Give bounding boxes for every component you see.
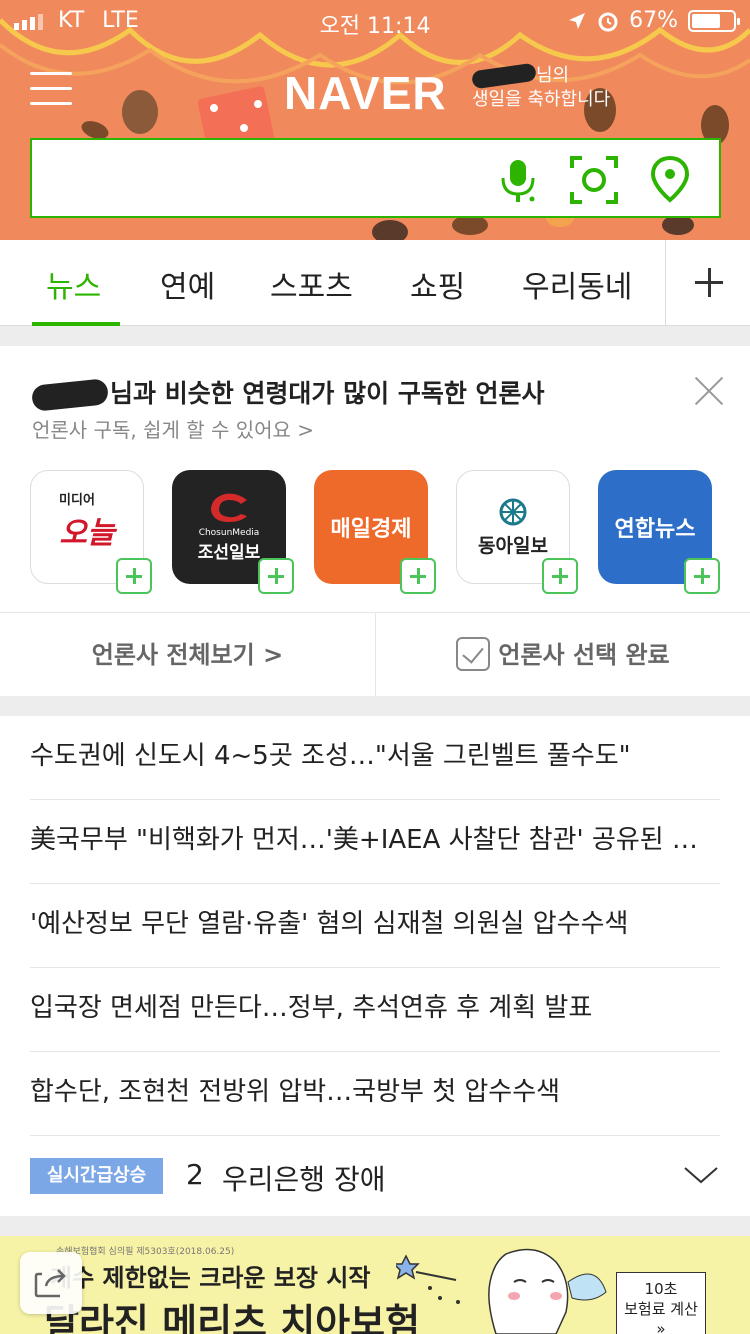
subscribe-add-button[interactable] [684, 558, 720, 594]
location-arrow-icon [569, 12, 586, 29]
press-yonhap[interactable]: 연합뉴스 [598, 470, 720, 594]
ad-headline: 개수 제한없는 크라운 보장 시작 [50, 1264, 371, 1292]
press-logo-text: 매일경제 [330, 517, 412, 542]
menu-button[interactable] [30, 72, 72, 106]
realtime-rank: 2 [186, 1158, 204, 1191]
header: KT LTE 오전 11:14 67% NAVER 님의 생일을 축하합니다 [0, 0, 750, 240]
press-logo-text: 동아일보 [478, 534, 548, 557]
status-bar: KT LTE 오전 11:14 67% [0, 0, 750, 40]
tab-shopping[interactable]: 쇼핑 [410, 262, 465, 306]
headline-item[interactable]: '예산정보 무단 열람·유출' 혐의 심재철 의원실 압수수색 [30, 884, 720, 968]
active-tab-indicator [32, 322, 120, 326]
subscribe-add-button[interactable] [258, 558, 294, 594]
card-actions: 언론사 전체보기 > 언론사 선택 완료 [0, 612, 750, 697]
checkbox-icon [456, 637, 491, 671]
alarm-icon [598, 12, 618, 31]
battery-icon [688, 9, 740, 32]
share-arrow-icon [34, 1269, 66, 1298]
camera-lens-icon[interactable] [568, 154, 620, 206]
birthday-line2: 생일을 축하합니다 [472, 89, 611, 110]
microphone-icon[interactable] [492, 154, 544, 206]
headline-item[interactable]: 美국무부 "비핵화가 먼저…'美+IAEA 사찰단 참관' 공유된 … [30, 800, 720, 884]
subscribe-add-button[interactable] [542, 558, 578, 594]
naver-logo[interactable]: NAVER [284, 66, 447, 120]
battery-percent: 67% [629, 8, 678, 33]
view-all-press-button[interactable]: 언론사 전체보기 > [0, 613, 375, 697]
search-box[interactable] [30, 138, 721, 218]
subscribe-add-button[interactable] [116, 558, 152, 594]
press-media-oneul[interactable]: 미디어 오늘 [30, 470, 152, 594]
press-logo-text: 연합뉴스 [614, 517, 696, 542]
ad-title: 달라진 메리츠 치아보험 [44, 1301, 421, 1334]
redacted-username [30, 378, 110, 412]
card-title: 님과 비슷한 연령대가 많이 구독한 언론사 [30, 374, 545, 412]
tooth-fairy-illustration [396, 1248, 607, 1334]
realtime-keyword[interactable]: 우리은행 장애 [222, 1158, 385, 1198]
tab-news[interactable]: 뉴스 [46, 262, 101, 306]
share-button[interactable] [20, 1252, 82, 1314]
birthday-line1: 님의 [536, 65, 570, 86]
card-subtitle-link[interactable]: 언론사 구독, 쉽게 할 수 있어요 > [32, 414, 314, 443]
category-tabs: 뉴스 연예 스포츠 쇼핑 우리동네 [0, 240, 750, 326]
press-logo-text: ChosunMedia [198, 527, 260, 538]
add-tab-button[interactable] [665, 240, 750, 326]
redacted-username [471, 62, 537, 90]
press-logo-text: 조선일보 [197, 542, 261, 563]
press-recommendation-card: 님과 비슷한 연령대가 많이 구독한 언론사 언론사 구독, 쉽게 할 수 있어… [0, 346, 750, 697]
chosun-media-logo-icon [211, 493, 247, 522]
birthday-message: 님의 생일을 축하합니다 [471, 62, 611, 112]
press-donga[interactable]: 동아일보 [456, 470, 578, 594]
premium-calc-button[interactable]: 10초 보험료 계산 » [616, 1272, 706, 1334]
press-chosun[interactable]: ChosunMedia 조선일보 [172, 470, 294, 594]
tab-neighborhood[interactable]: 우리동네 [522, 262, 632, 306]
ad-fine-print: 손해보험협회 심의필 제5303호(2018.06.25) [56, 1247, 235, 1257]
press-maeil[interactable]: 매일경제 [314, 470, 436, 594]
headline-item[interactable]: 수도권에 신도시 4~5곳 조성…"서울 그린벨트 풀수도" [30, 716, 720, 800]
press-select-done-button[interactable]: 언론사 선택 완료 [376, 613, 750, 697]
tab-sports[interactable]: 스포츠 [270, 262, 353, 306]
realtime-search-row[interactable]: 실시간급상승 2 우리은행 장애 [30, 1136, 720, 1216]
close-icon[interactable] [692, 374, 726, 408]
headline-item[interactable]: 입국장 면세점 만든다…정부, 추석연휴 후 계획 발표 [30, 968, 720, 1052]
press-logo-text: 오늘 [59, 515, 115, 551]
chevron-down-icon[interactable] [682, 1156, 720, 1194]
donga-emblem-icon [499, 498, 527, 525]
location-pin-icon[interactable] [644, 154, 696, 206]
headline-item[interactable]: 합수단, 조현천 전방위 압박…국방부 첫 압수수색 [30, 1052, 720, 1136]
search-input[interactable] [44, 158, 484, 200]
headline-list: 수도권에 신도시 4~5곳 조성…"서울 그린벨트 풀수도" 美국무부 "비핵화… [0, 716, 750, 1216]
subscribe-add-button[interactable] [400, 558, 436, 594]
press-list: 미디어 오늘 ChosunMedia 조선일보 매일경제 동아일보 연합뉴스 [30, 470, 730, 594]
realtime-badge: 실시간급상승 [30, 1158, 163, 1194]
tab-entertainment[interactable]: 연예 [160, 262, 215, 306]
press-logo-text: 미디어 [59, 492, 95, 508]
ad-banner[interactable]: 손해보험협회 심의필 제5303호(2018.06.25) 개수 제한없는 크라… [0, 1236, 750, 1334]
